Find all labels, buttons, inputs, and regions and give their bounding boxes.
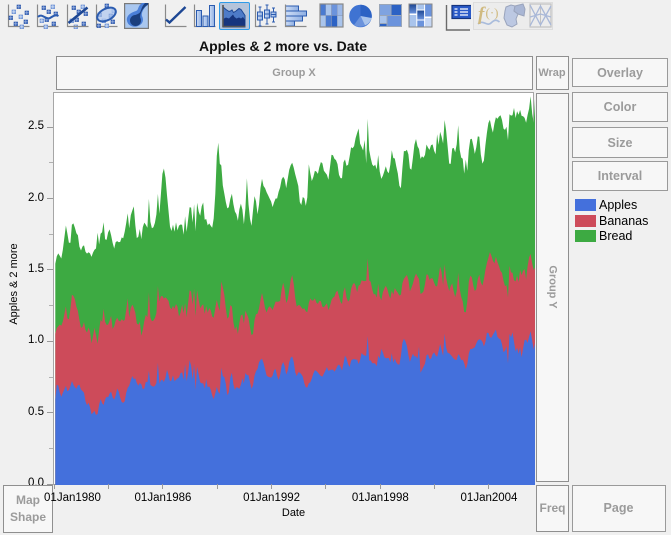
svg-text:(·): (·): [485, 5, 498, 20]
